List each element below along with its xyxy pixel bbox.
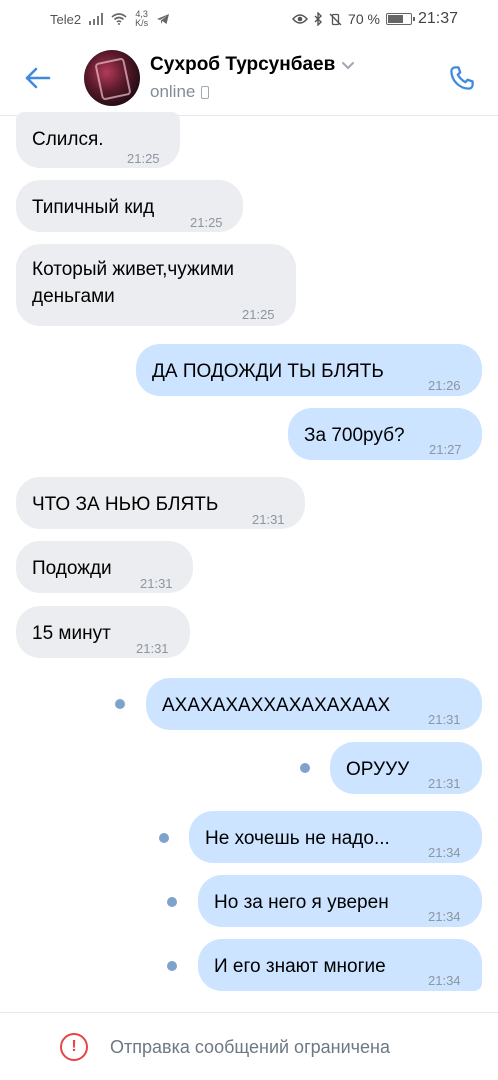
contact-title[interactable]: Сухроб Турсунбаев	[150, 54, 355, 76]
restriction-footer: ! Отправка сообщений ограничена	[0, 1012, 498, 1080]
message-text: ОРУУУ	[346, 759, 410, 780]
message-time: 21:25	[190, 215, 223, 230]
outgoing-message[interactable]: АХАХАХАХХАХАХАХААХ 21:31	[146, 678, 482, 730]
outgoing-message[interactable]: За 700руб? 21:27	[288, 408, 482, 460]
unread-dot	[159, 833, 169, 843]
carrier-label: Tele2	[50, 11, 82, 27]
outgoing-message[interactable]: И его знают многие 21:34	[198, 939, 482, 991]
incoming-message[interactable]: Подожди 21:31	[16, 541, 193, 593]
unread-dot	[115, 699, 125, 709]
message-text: Подожди	[32, 558, 112, 579]
message-time: 21:26	[428, 378, 461, 393]
phone-icon	[450, 66, 474, 90]
contact-name: Сухроб Турсунбаев	[150, 54, 336, 75]
battery-icon	[385, 13, 415, 25]
wifi-icon	[111, 13, 127, 25]
status-left: Tele2 4,3 K/s	[50, 10, 170, 28]
unread-dot	[300, 763, 310, 773]
message-text-line: Который живет,чужими	[32, 259, 235, 280]
status-time: 21:37	[417, 10, 458, 27]
battery-percent: 70 %	[348, 11, 380, 27]
message-time: 21:34	[428, 909, 461, 924]
incoming-message[interactable]: Слился. 21:25	[16, 112, 180, 168]
message-text: Не хочешь не надо...	[205, 828, 390, 849]
status-bar: Tele2 4,3 K/s 70 % 21:37	[0, 0, 498, 40]
speed-unit: K/s	[135, 18, 149, 28]
outgoing-message[interactable]: ОРУУУ 21:31	[330, 742, 482, 794]
message-time: 21:31	[140, 576, 173, 591]
signal-icon	[89, 13, 104, 25]
exclamation-icon: !	[60, 1033, 88, 1061]
message-text: ЧТО ЗА НЬЮ БЛЯТЬ	[32, 494, 219, 515]
back-button[interactable]	[20, 60, 56, 96]
message-text: За 700руб?	[304, 425, 405, 446]
message-time: 21:34	[428, 973, 461, 988]
avatar[interactable]	[84, 50, 140, 106]
restriction-text: Отправка сообщений ограничена	[110, 1037, 390, 1057]
bluetooth-icon	[314, 12, 323, 26]
outgoing-message[interactable]: Но за него я уверен 21:34	[198, 875, 482, 927]
message-time: 21:25	[127, 151, 160, 166]
message-time: 21:31	[252, 512, 285, 527]
eye-icon	[292, 14, 309, 24]
message-time: 21:31	[428, 776, 461, 791]
incoming-message[interactable]: Который живет,чужими деньгами 21:25	[16, 244, 296, 326]
contact-status: online	[150, 82, 210, 102]
message-text: ДА ПОДОЖДИ ТЫ БЛЯТЬ	[152, 361, 384, 382]
network-speed: 4,3 K/s	[135, 10, 148, 28]
online-status: online	[150, 82, 196, 101]
message-text: АХАХАХАХХАХАХАХААХ	[162, 695, 391, 716]
message-text: Но за него я уверен	[214, 892, 389, 913]
message-time: 21:25	[242, 307, 275, 322]
chat-header: Сухроб Турсунбаев online	[0, 40, 498, 116]
unread-dot	[167, 897, 177, 907]
message-text: 15 минут	[32, 623, 111, 644]
outgoing-message[interactable]: Не хочешь не надо... 21:34	[189, 811, 482, 863]
message-text: Типичный кид	[32, 197, 155, 218]
status-right: 70 % 21:37	[292, 10, 458, 28]
unread-dot	[167, 961, 177, 971]
message-time: 21:31	[136, 641, 169, 656]
mobile-icon	[201, 85, 210, 99]
incoming-message[interactable]: 15 минут 21:31	[16, 606, 190, 658]
arrow-left-icon	[25, 67, 51, 89]
message-text: Слился.	[32, 129, 104, 150]
telegram-icon	[157, 14, 170, 24]
message-time: 21:34	[428, 845, 461, 860]
vibrate-off-icon	[329, 13, 342, 25]
call-button[interactable]	[444, 60, 480, 96]
incoming-message[interactable]: Типичный кид 21:25	[16, 180, 243, 232]
message-text: И его знают многие	[214, 956, 386, 977]
chevron-down-icon	[342, 61, 355, 69]
message-time: 21:31	[428, 712, 461, 727]
incoming-message[interactable]: ЧТО ЗА НЬЮ БЛЯТЬ 21:31	[16, 477, 305, 529]
outgoing-message[interactable]: ДА ПОДОЖДИ ТЫ БЛЯТЬ 21:26	[136, 344, 482, 396]
message-time: 21:27	[429, 442, 462, 457]
